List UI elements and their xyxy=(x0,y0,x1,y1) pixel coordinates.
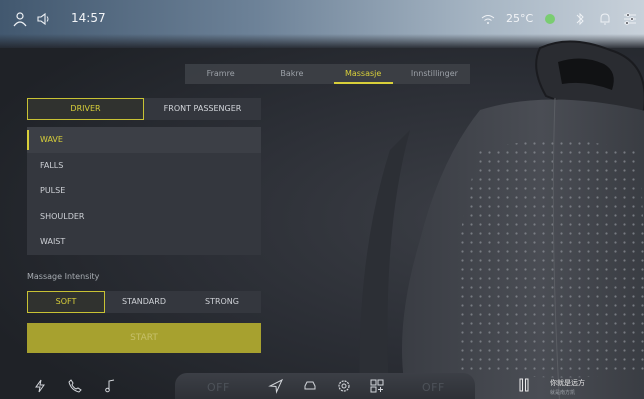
tab-framre[interactable]: Framre xyxy=(185,64,256,84)
settings-icon[interactable] xyxy=(336,378,352,394)
status-bar: 14:57 25°C xyxy=(0,0,644,38)
aqi-icon xyxy=(545,14,555,24)
front-passenger-seat-button[interactable]: FRONT PASSENGER xyxy=(144,98,261,120)
media-subtitle: 就是南方凯 xyxy=(550,390,576,396)
right-climate-status[interactable]: OFF xyxy=(422,381,445,394)
profile-icon[interactable] xyxy=(12,11,28,27)
navigation-icon[interactable] xyxy=(268,378,284,394)
intensity-strong-button[interactable]: STRONG xyxy=(183,291,261,313)
phone-icon[interactable] xyxy=(67,378,83,394)
outside-temperature: 25°C xyxy=(506,12,534,25)
media-title: 你就是远方 xyxy=(550,379,585,387)
pause-icon[interactable] xyxy=(518,378,530,392)
tab-massasje[interactable]: Massasje xyxy=(328,64,399,84)
program-waist[interactable]: WAIST xyxy=(27,229,261,255)
program-falls[interactable]: FALLS xyxy=(27,153,261,179)
bottom-dock: OFF OFF xyxy=(0,373,644,399)
music-icon[interactable] xyxy=(102,378,118,394)
massage-program-list: WAVE FALLS PULSE SHOULDER WAIST xyxy=(27,127,261,255)
wifi-icon xyxy=(481,15,495,24)
start-button[interactable]: START xyxy=(27,323,261,353)
volume-icon[interactable] xyxy=(36,11,52,27)
program-shoulder[interactable]: SHOULDER xyxy=(27,204,261,230)
apps-icon[interactable] xyxy=(369,378,385,394)
seat-tabs-bar: Framre Bakre Massasje Innstillinger xyxy=(185,64,470,84)
intensity-soft-button[interactable]: SOFT xyxy=(27,291,105,313)
intensity-standard-button[interactable]: STANDARD xyxy=(105,291,183,313)
charging-icon[interactable] xyxy=(32,378,48,394)
seat-selector: DRIVER FRONT PASSENGER xyxy=(27,98,261,120)
program-wave[interactable]: WAVE xyxy=(27,127,261,153)
program-pulse[interactable]: PULSE xyxy=(27,178,261,204)
bell-icon[interactable] xyxy=(597,11,613,27)
car-icon[interactable] xyxy=(302,378,318,394)
intensity-selector: SOFT STANDARD STRONG xyxy=(27,291,261,313)
clock: 14:57 xyxy=(71,11,106,25)
tab-innstillinger[interactable]: Innstillinger xyxy=(399,64,470,84)
seat-illustration xyxy=(359,40,644,399)
intensity-label: Massage Intensity xyxy=(27,272,100,281)
left-climate-status[interactable]: OFF xyxy=(207,381,230,394)
settings-sliders-icon[interactable] xyxy=(622,11,638,27)
driver-seat-button[interactable]: DRIVER xyxy=(27,98,144,120)
tab-bakre[interactable]: Bakre xyxy=(256,64,327,84)
bluetooth-icon[interactable] xyxy=(572,11,588,27)
